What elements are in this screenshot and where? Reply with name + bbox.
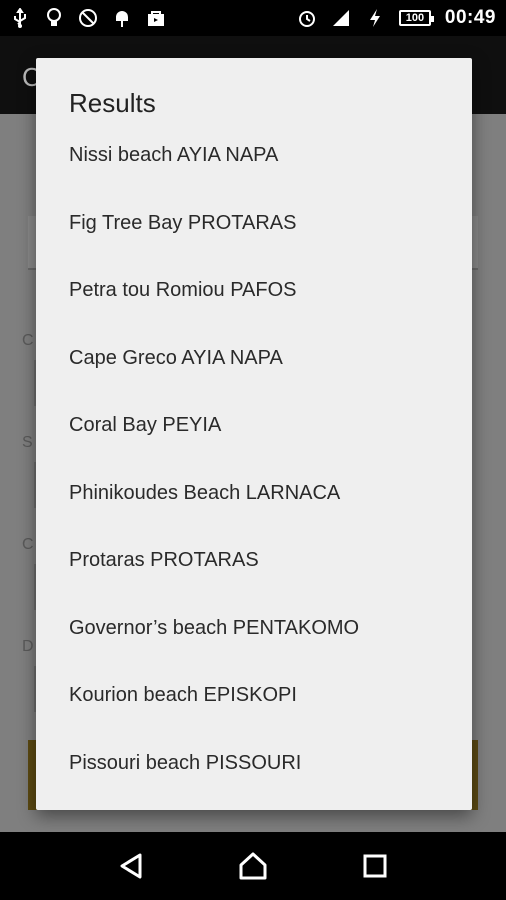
result-item[interactable]: Governor’s beach PENTAKOMO bbox=[36, 595, 472, 663]
back-icon[interactable] bbox=[111, 846, 151, 886]
clock: 00:49 bbox=[444, 7, 496, 28]
charging-icon bbox=[365, 8, 385, 28]
system-status: 100 00:49 bbox=[297, 7, 496, 29]
dialog-title: Results bbox=[69, 88, 156, 118]
notification-icons bbox=[10, 8, 166, 28]
status-bar: 100 00:49 bbox=[0, 0, 506, 36]
recents-icon[interactable] bbox=[355, 846, 395, 886]
result-item[interactable]: Phinikoudes Beach LARNACA bbox=[36, 460, 472, 528]
result-item[interactable]: Cape Greco AYIA NAPA bbox=[36, 325, 472, 393]
signal-icon bbox=[331, 8, 351, 28]
navigation-bar bbox=[0, 832, 506, 900]
home-icon[interactable] bbox=[233, 846, 273, 886]
result-item[interactable]: Protaras PROTARAS bbox=[36, 527, 472, 595]
result-item[interactable]: Nissi beach AYIA NAPA bbox=[36, 122, 472, 190]
result-item[interactable]: Fig Tree Bay PROTARAS bbox=[36, 190, 472, 258]
lightbulb-icon bbox=[44, 8, 64, 28]
background-label: C bbox=[22, 332, 34, 349]
no-camera-icon bbox=[78, 8, 98, 28]
result-item[interactable]: Petra tou Romiou PAFOS bbox=[36, 257, 472, 325]
shopping-bag-icon bbox=[146, 8, 166, 28]
result-item[interactable]: Coral Bay PEYIA bbox=[36, 392, 472, 460]
result-item[interactable]: Kourion beach EPISKOPI bbox=[36, 662, 472, 730]
battery-indicator: 100 bbox=[398, 10, 434, 26]
results-list: Nissi beach AYIA NAPA Fig Tree Bay PROTA… bbox=[36, 122, 472, 797]
alarm-icon bbox=[297, 8, 317, 28]
result-item[interactable]: Pissouri beach PISSOURI bbox=[36, 730, 472, 798]
background-label: S bbox=[22, 434, 33, 451]
background-label: C bbox=[22, 536, 34, 553]
background-label: D bbox=[22, 638, 34, 655]
android-icon bbox=[112, 8, 132, 28]
results-dialog: Results Nissi beach AYIA NAPA Fig Tree B… bbox=[36, 58, 472, 810]
usb-icon bbox=[10, 8, 30, 28]
